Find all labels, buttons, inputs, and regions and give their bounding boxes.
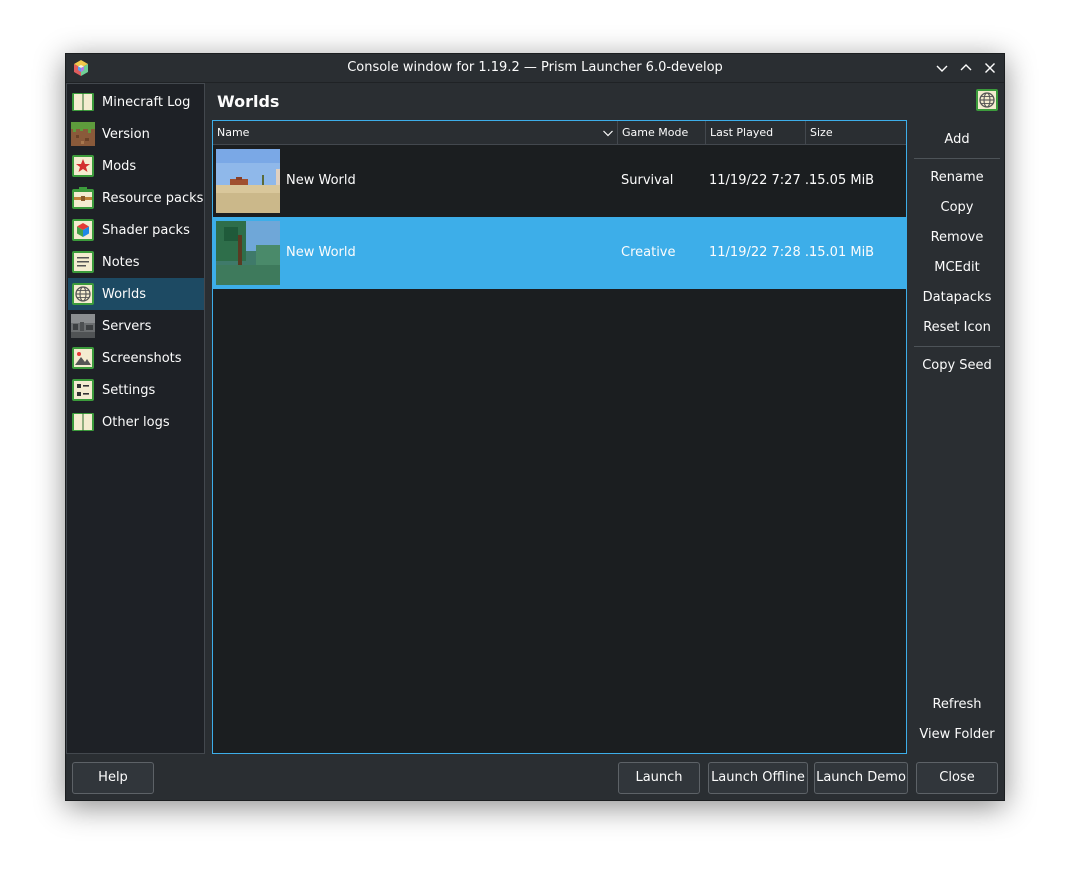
world-game-mode: Creative: [621, 245, 676, 260]
servers-icon: [71, 314, 95, 338]
table-row[interactable]: New World Creative 11/19/22 7:28 ... 15.…: [213, 217, 906, 289]
column-header-size[interactable]: Size: [806, 121, 906, 144]
title-bar: Console window for 1.19.2 — Prism Launch…: [66, 54, 1004, 83]
toolbar-separator: [914, 346, 1000, 347]
column-header-game-mode[interactable]: Game Mode: [618, 121, 706, 144]
launch-demo-button[interactable]: Launch Demo: [814, 762, 908, 794]
shader-pack-icon: [72, 219, 94, 241]
settings-icon: [72, 379, 94, 401]
add-button[interactable]: Add: [914, 127, 1000, 153]
refresh-button[interactable]: Refresh: [914, 692, 1000, 718]
world-name: New World: [286, 245, 356, 260]
column-header-last-played[interactable]: Last Played: [706, 121, 806, 144]
rename-button[interactable]: Rename: [914, 165, 1000, 191]
minimize-icon[interactable]: [933, 59, 951, 77]
worlds-globe-icon: [976, 89, 998, 111]
sidebar-item-other-logs[interactable]: Other logs: [68, 406, 204, 438]
launch-offline-button[interactable]: Launch Offline: [708, 762, 808, 794]
sidebar-item-shader-packs[interactable]: Shader packs: [68, 214, 204, 246]
world-name: New World: [286, 173, 356, 188]
datapacks-button[interactable]: Datapacks: [914, 285, 1000, 311]
world-thumbnail: [216, 149, 280, 213]
world-size: 15.05 MiB: [809, 173, 875, 188]
sort-descending-icon: [603, 130, 613, 137]
resource-pack-icon: [72, 187, 94, 209]
sidebar-item-version[interactable]: Version: [68, 118, 204, 150]
sidebar-item-notes[interactable]: Notes: [68, 246, 204, 278]
reset-icon-button[interactable]: Reset Icon: [914, 315, 1000, 341]
sidebar-item-minecraft-log[interactable]: Minecraft Log: [68, 86, 204, 118]
window-title: Console window for 1.19.2 — Prism Launch…: [347, 60, 723, 75]
copy-seed-button[interactable]: Copy Seed: [914, 353, 1000, 379]
page-title: Worlds: [217, 92, 280, 111]
world-game-mode: Survival: [621, 173, 674, 188]
page-sidebar: Minecraft Log Version Mods Resource pack…: [66, 83, 205, 754]
sidebar-item-screenshots[interactable]: Screenshots: [68, 342, 204, 374]
sidebar-item-worlds[interactable]: Worlds: [68, 278, 204, 310]
help-button[interactable]: Help: [72, 762, 154, 794]
world-last-played: 11/19/22 7:28 ...: [709, 245, 818, 260]
table-header: Name Game Mode Last Played Size: [213, 121, 906, 145]
table-row[interactable]: New World Survival 11/19/22 7:27 ... 15.…: [213, 145, 906, 217]
world-size: 15.01 MiB: [809, 245, 875, 260]
close-button[interactable]: Close: [916, 762, 998, 794]
other-logs-book-icon: [72, 413, 94, 431]
copy-button[interactable]: Copy: [914, 195, 1000, 221]
sidebar-item-mods[interactable]: Mods: [68, 150, 204, 182]
toolbar-separator: [914, 158, 1000, 159]
console-window: Console window for 1.19.2 — Prism Launch…: [65, 53, 1005, 801]
screenshots-icon: [72, 347, 94, 369]
column-header-name[interactable]: Name: [213, 121, 618, 144]
grass-block-icon: [71, 122, 95, 146]
maximize-icon[interactable]: [957, 59, 975, 77]
mods-star-icon: [72, 155, 94, 177]
world-thumbnail: [216, 221, 280, 285]
view-folder-button[interactable]: View Folder: [914, 722, 1000, 748]
log-book-icon: [72, 93, 94, 111]
worlds-globe-icon: [72, 283, 94, 305]
worlds-table[interactable]: Name Game Mode Last Played Size New Worl…: [212, 120, 907, 754]
sidebar-item-resource-packs[interactable]: Resource packs: [68, 182, 204, 214]
notes-icon: [72, 251, 94, 273]
launch-button[interactable]: Launch: [618, 762, 700, 794]
close-icon[interactable]: [981, 59, 999, 77]
sidebar-item-servers[interactable]: Servers: [68, 310, 204, 342]
world-last-played: 11/19/22 7:27 ...: [709, 173, 818, 188]
sidebar-item-settings[interactable]: Settings: [68, 374, 204, 406]
mcedit-button[interactable]: MCEdit: [914, 255, 1000, 281]
remove-button[interactable]: Remove: [914, 225, 1000, 251]
